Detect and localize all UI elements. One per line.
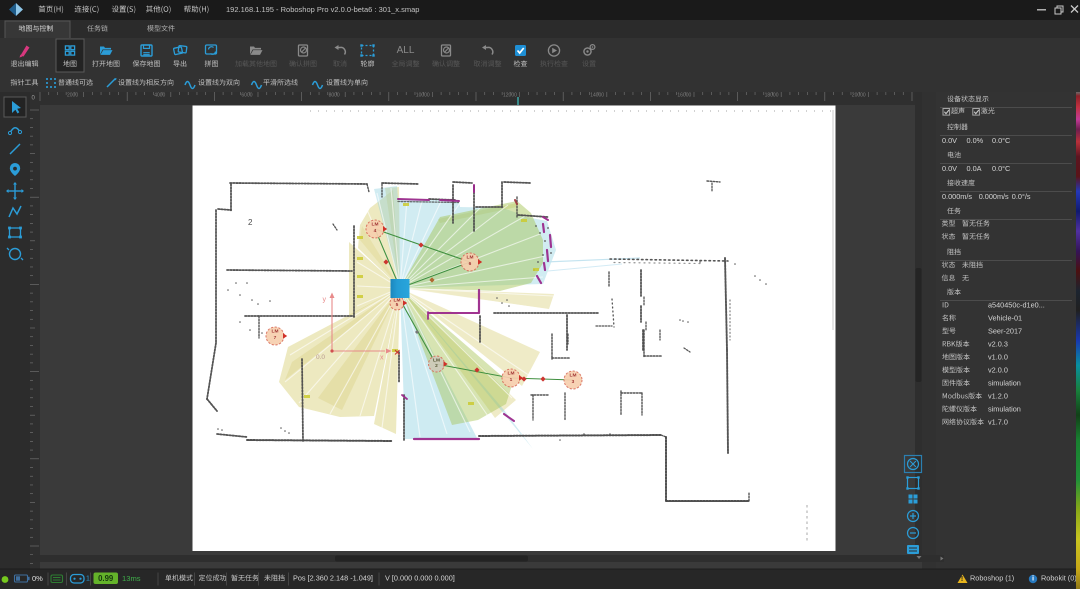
svg-text:2: 2	[435, 363, 438, 369]
svg-text:20000: 20000	[852, 92, 866, 98]
svg-text:0.0: 0.0	[316, 354, 325, 361]
svg-text:2000: 2000	[67, 92, 78, 98]
svg-text:v1.2.0: v1.2.0	[988, 392, 1008, 401]
svg-text:Roboshop (1): Roboshop (1)	[970, 574, 1014, 583]
svg-text:0.0°/s: 0.0°/s	[1012, 192, 1031, 201]
svg-text:0.000m/s: 0.000m/s	[942, 192, 972, 201]
svg-text:14000: 14000	[590, 92, 604, 98]
svg-text:2: 2	[248, 218, 253, 227]
svg-text:6000: 6000	[241, 92, 252, 98]
svg-text:Pos [2.360 2.148 -1.049]: Pos [2.360 2.148 -1.049]	[293, 574, 373, 583]
svg-text:12000: 12000	[503, 92, 517, 98]
svg-text:Robokit (0): Robokit (0)	[1041, 574, 1077, 583]
svg-text:0.000m/s: 0.000m/s	[979, 192, 1009, 201]
svg-text:3: 3	[572, 379, 575, 385]
svg-text:v2.0.3: v2.0.3	[988, 340, 1008, 349]
svg-text:LM: LM	[372, 222, 379, 228]
svg-text:LM: LM	[272, 329, 279, 335]
svg-text:0.0A: 0.0A	[967, 164, 982, 173]
svg-text:v1.7.0: v1.7.0	[988, 418, 1008, 427]
svg-text:i: i	[1032, 574, 1034, 583]
svg-text:0.0V: 0.0V	[942, 164, 957, 173]
svg-text:!: !	[961, 576, 963, 583]
svg-text:LM: LM	[467, 255, 474, 261]
svg-text:V [0.000 0.000 0.000]: V [0.000 0.000 0.000]	[385, 574, 455, 583]
svg-text:simulation: simulation	[988, 379, 1021, 388]
svg-text:Vehicle-01: Vehicle-01	[988, 314, 1022, 323]
svg-text:0.99: 0.99	[98, 574, 114, 583]
svg-text:simulation: simulation	[988, 405, 1021, 414]
svg-text:16000: 16000	[677, 92, 691, 98]
svg-text:8000: 8000	[329, 92, 340, 98]
svg-text:v1.0.0: v1.0.0	[988, 353, 1008, 362]
svg-text:192.168.1.195 - Roboshop Pro v: 192.168.1.195 - Roboshop Pro v2.0.0-beta…	[226, 5, 419, 14]
svg-text:y: y	[323, 297, 327, 304]
svg-text:x: x	[380, 355, 384, 362]
svg-text:0.0°C: 0.0°C	[992, 164, 1010, 173]
svg-text:LM: LM	[508, 371, 515, 377]
svg-text:0.0V: 0.0V	[942, 136, 957, 145]
svg-text:Seer-2017: Seer-2017	[988, 327, 1022, 336]
svg-text:LM: LM	[570, 373, 577, 379]
svg-text:4: 4	[374, 228, 377, 234]
svg-text:1: 1	[86, 576, 90, 583]
svg-text:6: 6	[469, 261, 472, 267]
svg-text:7: 7	[274, 335, 277, 341]
svg-text:4000: 4000	[154, 92, 165, 98]
svg-text:ALL: ALL	[397, 45, 415, 56]
svg-text:0.0°C: 0.0°C	[992, 136, 1010, 145]
svg-text:0.0%: 0.0%	[967, 136, 984, 145]
svg-text:1: 1	[510, 377, 513, 383]
svg-text:v2.0.0: v2.0.0	[988, 366, 1008, 375]
svg-text:LM: LM	[433, 358, 440, 364]
svg-text:13ms: 13ms	[122, 574, 141, 583]
svg-text:18000: 18000	[765, 92, 779, 98]
svg-text:10000: 10000	[416, 92, 430, 98]
svg-text:0%: 0%	[32, 574, 43, 583]
svg-text:a540450c-d1e0...: a540450c-d1e0...	[988, 301, 1045, 310]
svg-text:5: 5	[396, 302, 399, 308]
